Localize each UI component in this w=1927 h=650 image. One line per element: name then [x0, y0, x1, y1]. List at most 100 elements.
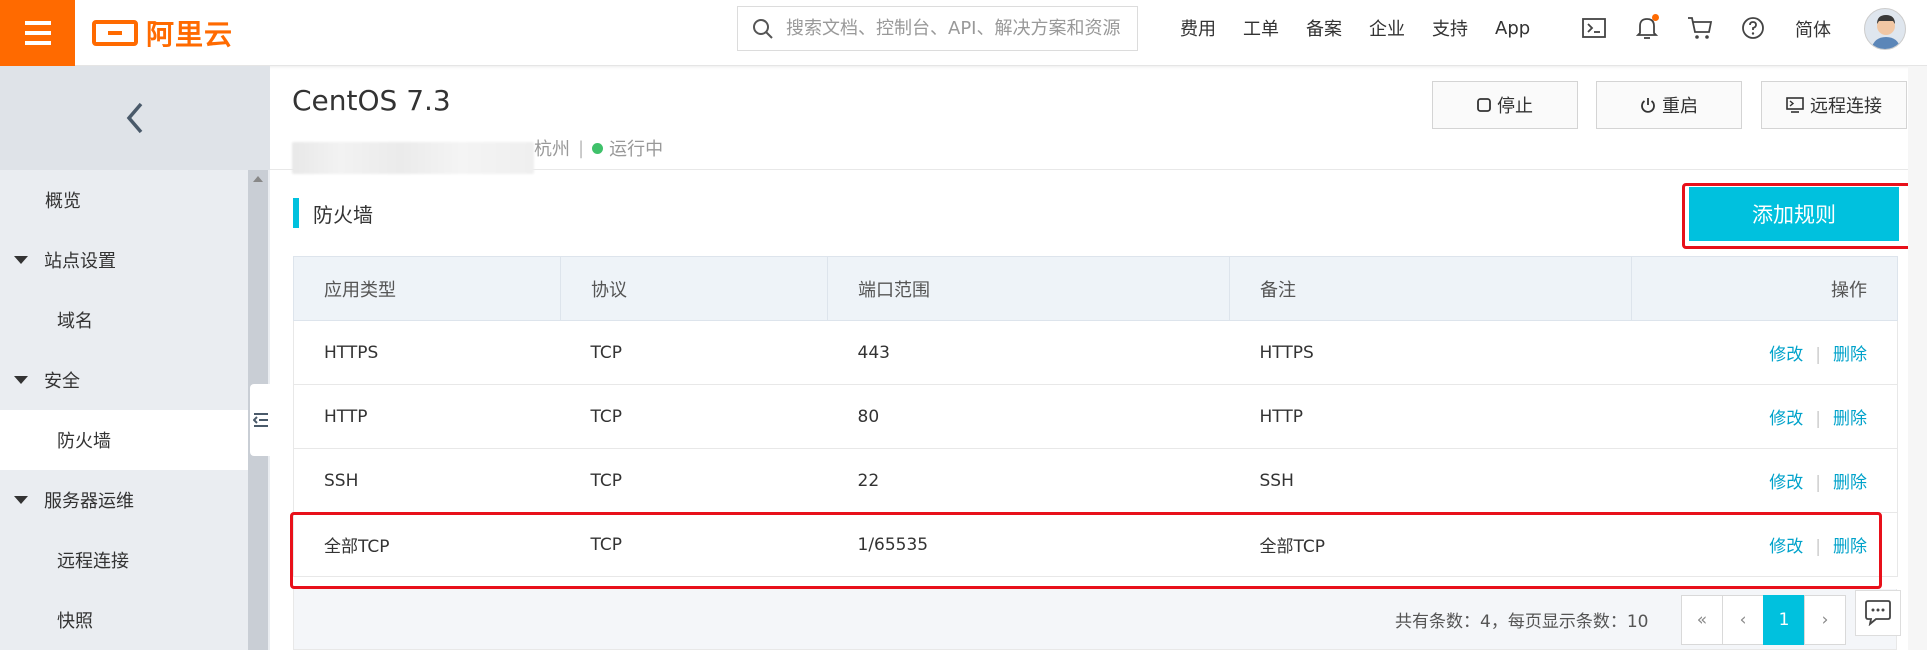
delete-link[interactable]: 删除 — [1833, 473, 1867, 493]
cell-protocol: TCP — [560, 320, 828, 385]
nav-icp-filing[interactable]: 备案 — [1306, 15, 1342, 41]
next-page-button[interactable]: › — [1804, 595, 1846, 645]
cell-app-type: SSH — [293, 448, 561, 513]
remote-connect-label: 远程连接 — [1810, 96, 1882, 117]
nav-tickets[interactable]: 工单 — [1243, 15, 1279, 41]
sidebar-item-label: 防火墙 — [57, 431, 111, 452]
search-input[interactable] — [786, 18, 1126, 39]
delete-link[interactable]: 删除 — [1833, 537, 1867, 557]
sidebar-group-server-ops[interactable]: 服务器运维 — [0, 470, 248, 530]
sidebar-item-domain[interactable]: 域名 — [0, 290, 248, 350]
sidebar-item-label: 快照 — [57, 611, 93, 632]
table-header-row: 应用类型 协议 端口范围 备注 操作 — [293, 256, 1898, 321]
edit-link[interactable]: 修改 — [1769, 473, 1803, 493]
remote-connect-button[interactable]: 远程连接 — [1761, 81, 1907, 129]
redacted-ip-address — [292, 142, 534, 174]
search-icon — [753, 18, 773, 39]
caret-down-icon — [14, 496, 28, 504]
cell-app-type: 全部TCP — [293, 512, 561, 577]
chat-button[interactable] — [1855, 590, 1901, 636]
meta-separator: | — [578, 137, 585, 159]
sidebar-item-label: 概览 — [45, 191, 81, 212]
edit-link[interactable]: 修改 — [1769, 409, 1803, 429]
cell-actions: 修改 | 删除 — [1631, 448, 1898, 513]
table-footer — [293, 589, 1897, 650]
op-separator: | — [1815, 473, 1821, 493]
nav-app[interactable]: App — [1495, 18, 1530, 39]
chat-icon — [1865, 600, 1891, 626]
aliyun-logo[interactable]: 阿里云 — [92, 13, 233, 53]
table-row: HTTPS TCP 443 HTTPS 修改 | 删除 — [293, 320, 1898, 385]
restart-button[interactable]: 重启 — [1596, 81, 1742, 129]
menu-button[interactable] — [0, 0, 75, 66]
column-header-protocol: 协议 — [560, 256, 828, 321]
stop-icon — [1477, 98, 1491, 112]
table-row: 全部TCP TCP 1/65535 全部TCP 修改 | 删除 — [293, 512, 1898, 577]
sidebar-item-remote-connect[interactable]: 远程连接 — [0, 530, 248, 590]
op-separator: | — [1815, 345, 1821, 365]
delete-link[interactable]: 删除 — [1833, 345, 1867, 365]
bell-icon[interactable] — [1631, 12, 1663, 44]
help-icon[interactable] — [1737, 12, 1769, 44]
cell-port-range: 80 — [827, 384, 1230, 449]
sidebar-group-security[interactable]: 安全 — [0, 350, 248, 410]
prev-page-button[interactable]: ‹ — [1722, 595, 1764, 645]
stop-button[interactable]: 停止 — [1432, 81, 1578, 129]
collapse-menu-icon — [253, 413, 268, 427]
instance-title: CentOS 7.3 — [292, 84, 451, 117]
sidebar-collapse-toggle[interactable] — [250, 384, 272, 456]
search-box[interactable] — [737, 6, 1138, 51]
pagination-summary: 共有条数：4，每页显示条数：10 — [1395, 612, 1649, 632]
op-separator: | — [1815, 537, 1821, 557]
add-rule-button[interactable]: 添加规则 — [1689, 187, 1899, 241]
nav-enterprise[interactable]: 企业 — [1369, 15, 1405, 41]
caret-down-icon — [14, 256, 28, 264]
sidebar-item-snapshot[interactable]: 快照 — [0, 590, 248, 650]
nav-fees[interactable]: 费用 — [1180, 15, 1216, 41]
first-page-button[interactable]: « — [1681, 595, 1723, 645]
stop-button-label: 停止 — [1497, 96, 1533, 117]
pagination: « ‹ 1 › — [1681, 595, 1846, 645]
sidebar: 概览 站点设置 域名 安全 防火墙 服务器运维 远程连接 快照 — [0, 66, 270, 650]
side-menu: 概览 站点设置 域名 安全 防火墙 服务器运维 远程连接 快照 — [0, 170, 248, 650]
page-scrollbar[interactable] — [1908, 66, 1927, 650]
op-separator: | — [1815, 409, 1821, 429]
instance-header: CentOS 7.3 杭州 | 运行中 停止 重启 远程连接 — [270, 66, 1927, 174]
cell-note: SSH — [1229, 448, 1632, 513]
sidebar-item-label: 域名 — [57, 311, 93, 332]
nav-support[interactable]: 支持 — [1432, 15, 1468, 41]
edit-link[interactable]: 修改 — [1769, 345, 1803, 365]
sidebar-group-site-settings[interactable]: 站点设置 — [0, 230, 248, 290]
sidebar-item-overview[interactable]: 概览 — [0, 170, 248, 230]
current-page-button[interactable]: 1 — [1763, 595, 1805, 645]
cell-app-type: HTTP — [293, 384, 561, 449]
cell-note: 全部TCP — [1229, 512, 1632, 577]
cell-actions: 修改 | 删除 — [1631, 320, 1898, 385]
top-nav: 费用 工单 备案 企业 支持 App — [1180, 0, 1557, 56]
language-switch[interactable]: 简体 — [1795, 16, 1831, 42]
status-dot — [592, 142, 604, 154]
sidebar-item-firewall[interactable]: 防火墙 — [0, 410, 248, 470]
power-icon — [1641, 98, 1655, 113]
sidebar-item-label: 站点设置 — [44, 251, 116, 272]
sidebar-item-label: 安全 — [44, 371, 80, 392]
column-header-app-type: 应用类型 — [293, 256, 561, 321]
restart-button-label: 重启 — [1662, 96, 1698, 117]
cart-icon[interactable] — [1684, 12, 1716, 44]
back-button[interactable] — [0, 66, 270, 170]
cell-port-range: 443 — [827, 320, 1230, 385]
scroll-up-icon[interactable] — [253, 176, 263, 182]
section-title: 防火墙 — [293, 198, 373, 228]
top-icons — [1578, 0, 1790, 56]
delete-link[interactable]: 删除 — [1833, 409, 1867, 429]
sidebar-item-label: 服务器运维 — [44, 491, 134, 512]
firewall-title: 防火墙 — [313, 202, 373, 227]
sidebar-item-label: 远程连接 — [57, 551, 129, 572]
cell-port-range: 22 — [827, 448, 1230, 513]
cell-port-range: 1/65535 — [827, 512, 1230, 577]
logo-mark-icon — [92, 20, 138, 46]
edit-link[interactable]: 修改 — [1769, 537, 1803, 557]
user-avatar[interactable] — [1864, 8, 1906, 50]
cell-protocol: TCP — [560, 384, 828, 449]
terminal-icon[interactable] — [1578, 12, 1610, 44]
